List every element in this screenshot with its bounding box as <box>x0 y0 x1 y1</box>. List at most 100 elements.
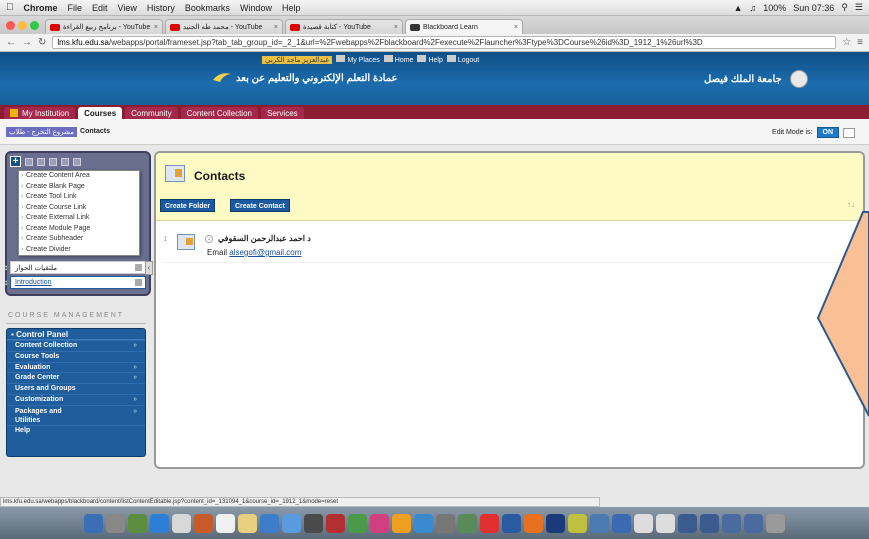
menu-edit[interactable]: Edit <box>92 3 108 13</box>
list-icon[interactable]: ☰ <box>855 2 863 13</box>
cp-content-collection[interactable]: Content Collection» <box>7 340 145 351</box>
refresh-icon[interactable] <box>61 157 69 166</box>
drag-handle-icon[interactable]: ↕ <box>4 278 8 287</box>
app-icon[interactable] <box>524 513 543 533</box>
itunes-icon[interactable] <box>370 513 389 533</box>
folder-view-icon[interactable] <box>25 157 33 166</box>
calendar-icon[interactable] <box>216 513 235 533</box>
back-icon[interactable]: ← <box>6 37 16 48</box>
safari-icon[interactable] <box>150 513 169 533</box>
app-icon[interactable] <box>348 513 367 533</box>
edit-mode-off[interactable] <box>843 127 855 138</box>
cp-grade-center[interactable]: Grade Center» <box>7 372 145 383</box>
menu-icon[interactable]: ≡ <box>857 37 863 48</box>
app-icon[interactable] <box>502 513 521 533</box>
menu-file[interactable]: File <box>68 3 83 13</box>
app-icon[interactable] <box>392 513 411 533</box>
folder-icon[interactable] <box>678 513 697 533</box>
drag-handle-icon[interactable]: ↕ <box>163 233 168 243</box>
trash-icon[interactable] <box>766 513 785 533</box>
close-tab-icon[interactable]: × <box>154 24 158 31</box>
menu-help[interactable]: Help <box>282 3 301 13</box>
browser-tab[interactable]: محمد طه الجنيد - YouTube × <box>165 19 283 34</box>
course-menu-item[interactable]: ↕ ملتقيات الحوار <box>4 261 146 274</box>
volume-icon[interactable]: ♫ <box>750 3 757 13</box>
finder-icon[interactable] <box>84 513 103 533</box>
create-course-link[interactable]: Create Course Link <box>19 203 139 214</box>
home-link[interactable]: Home <box>383 55 413 64</box>
create-tool-link[interactable]: Create Tool Link <box>19 192 139 203</box>
add-menu-item-icon[interactable]: + <box>10 156 21 167</box>
photoshop-icon[interactable] <box>546 513 565 533</box>
cp-evaluation[interactable]: Evaluation» <box>7 361 145 373</box>
edit-mode-toggle[interactable]: Edit Mode is: ON <box>772 127 855 138</box>
tab-content-collection[interactable]: Content Collection <box>180 107 258 119</box>
menu-view[interactable]: View <box>118 3 137 13</box>
app-icon[interactable] <box>458 513 477 533</box>
close-window-icon[interactable] <box>6 21 15 30</box>
menu-window[interactable]: Window <box>240 3 272 13</box>
drag-handle-icon[interactable]: ↕ <box>4 263 8 272</box>
close-tab-icon[interactable]: × <box>394 24 398 31</box>
cp-users-and-groups[interactable]: Users and Groups <box>7 383 145 394</box>
app-icon[interactable] <box>590 513 609 533</box>
app-icon[interactable] <box>568 513 587 533</box>
create-blank-page[interactable]: Create Blank Page <box>19 182 139 193</box>
browser-tab[interactable]: كتابة قصيدة - YouTube × <box>285 19 403 34</box>
browser-tab[interactable]: برنامج ربيع القراءة - YouTube × <box>45 19 163 34</box>
course-menu-item[interactable]: ↕ Introduction <box>4 276 146 289</box>
create-external-link[interactable]: Create External Link <box>19 213 139 224</box>
folder-icon[interactable] <box>722 513 741 533</box>
tab-community[interactable]: Community <box>125 107 178 119</box>
app-icon[interactable] <box>612 513 631 533</box>
mail-icon[interactable] <box>172 513 191 533</box>
chevron-down-icon[interactable]: ⌄ <box>205 235 213 243</box>
app-icon[interactable] <box>414 513 433 533</box>
sort-icon[interactable] <box>73 157 81 166</box>
breadcrumb-course[interactable]: مشروع التخرج - طلاب <box>6 126 78 137</box>
document-icon[interactable] <box>634 513 653 533</box>
edit-mode-on[interactable]: ON <box>816 127 839 138</box>
tab-courses[interactable]: Courses <box>78 107 123 119</box>
app-icon[interactable] <box>282 513 301 533</box>
app-icon[interactable] <box>304 513 323 533</box>
zoom-window-icon[interactable] <box>30 21 39 30</box>
address-bar[interactable]: lms.kfu.edu.sa /webapps/portal/frameset.… <box>52 36 837 49</box>
app-icon[interactable] <box>436 513 455 533</box>
contact-email-link[interactable]: alsegofi@gmail.com <box>229 248 301 257</box>
item-actions-icon[interactable] <box>135 264 142 271</box>
item-actions-icon[interactable] <box>135 279 142 286</box>
logout-link[interactable]: Logout <box>446 55 479 64</box>
app-icon[interactable] <box>480 513 499 533</box>
tab-services[interactable]: Services <box>260 107 304 119</box>
close-tab-icon[interactable]: × <box>274 24 278 31</box>
tab-my-institution[interactable]: My Institution <box>4 107 76 119</box>
app-name[interactable]: Chrome <box>24 3 58 13</box>
app-icon[interactable] <box>194 513 213 533</box>
menu-bookmarks[interactable]: Bookmarks <box>185 3 230 13</box>
apple-icon[interactable]:  <box>6 2 14 13</box>
search-icon[interactable]: ⚲ <box>841 2 848 13</box>
cp-packages-and-utilities[interactable]: Packages and Utilities» <box>7 404 145 425</box>
create-contact-button[interactable]: Create Contact <box>230 199 290 212</box>
my-places-link[interactable]: My Places <box>336 55 380 64</box>
minimize-window-icon[interactable] <box>18 21 27 30</box>
app-icon[interactable] <box>326 513 345 533</box>
create-subheader[interactable]: Create Subheader <box>19 234 139 245</box>
cp-help[interactable]: Help <box>7 424 145 436</box>
folder-icon[interactable] <box>700 513 719 533</box>
app-icon[interactable] <box>128 513 147 533</box>
create-divider[interactable]: Create Divider <box>19 245 139 256</box>
window-icon[interactable] <box>49 157 57 166</box>
sort-icon[interactable]: ↑↓ <box>847 200 855 209</box>
user-name[interactable]: عبدالعزيز ماجد الكربي <box>262 55 333 64</box>
cp-course-tools[interactable]: Course Tools <box>7 350 145 362</box>
document-icon[interactable] <box>656 513 675 533</box>
forward-icon[interactable]: → <box>22 37 32 48</box>
cp-customization[interactable]: Customization» <box>7 393 145 405</box>
control-panel-title[interactable]: ▪ Control Panel <box>7 329 145 340</box>
bookmark-star-icon[interactable]: ☆ <box>842 37 851 48</box>
reload-icon[interactable]: ↻ <box>38 37 46 48</box>
create-module-page[interactable]: Create Module Page <box>19 224 139 235</box>
create-content-area[interactable]: Create Content Area <box>19 171 139 182</box>
